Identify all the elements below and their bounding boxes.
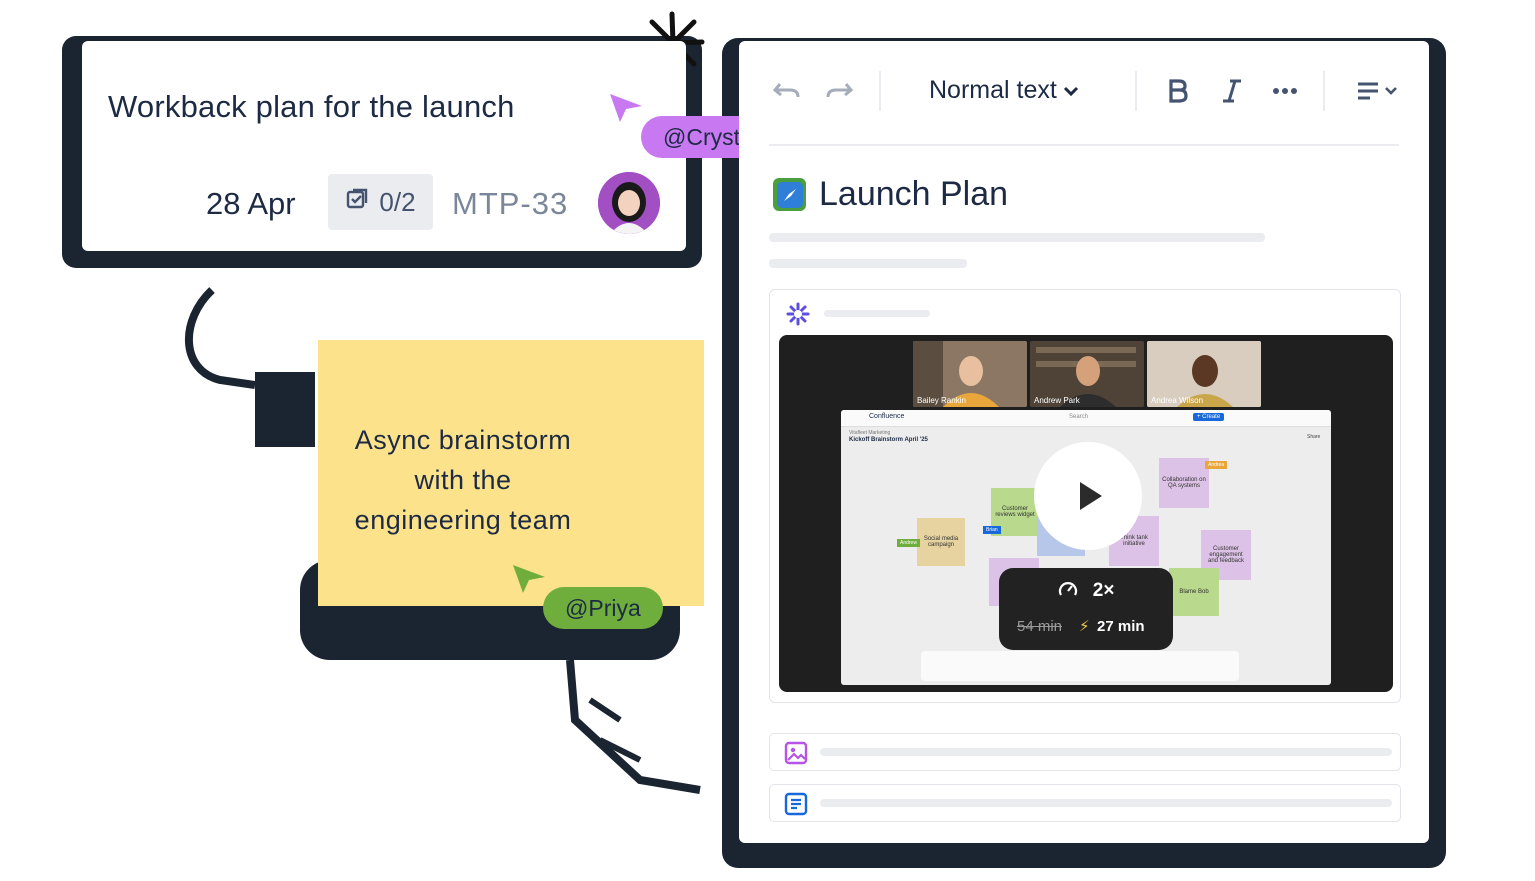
more-icon (1273, 88, 1297, 94)
participant-tile: Bailey Rankin (913, 341, 1027, 407)
playback-speed-popup[interactable]: 2× 54 min ⚡ 27 min (999, 568, 1173, 650)
loom-icon (786, 302, 810, 326)
whiteboard-note: Blame Bob (1169, 568, 1219, 616)
participant-name: Andrea Wilson (1151, 396, 1204, 405)
issue-key[interactable]: MTP-33 (452, 186, 568, 222)
whiteboard-toolbar (921, 651, 1239, 681)
search-label: Search (1069, 414, 1089, 420)
participant-tile: Andrea Wilson (1147, 341, 1261, 407)
toolbar-separator (879, 71, 881, 111)
confluence-editor: Normal text Launch Plan Bailey Rankin An… (739, 41, 1429, 843)
compass-icon (773, 178, 806, 211)
toolbar-separator (1323, 71, 1325, 111)
participant-name: Andrew Park (1034, 396, 1080, 405)
jira-issue-card[interactable]: Workback plan for the launch 28 Apr 0/2 … (82, 41, 686, 251)
image-block[interactable] (769, 733, 1401, 771)
sticky-text: Async brainstorm with the engineering te… (318, 420, 608, 540)
playback-rate: 2× (999, 580, 1173, 602)
sticky-line-3: engineering team (354, 505, 572, 535)
play-button[interactable] (1034, 442, 1142, 550)
assignee-avatar[interactable] (598, 172, 660, 234)
new-duration: 27 min (1097, 618, 1145, 635)
text-style-label: Normal text (929, 76, 1057, 104)
alignment-dropdown[interactable] (1351, 71, 1403, 111)
playback-rate-text: 2× (1092, 580, 1115, 601)
whiteboard-note: Social media campaign (917, 518, 965, 566)
bold-button[interactable] (1163, 71, 1193, 111)
embed-title-placeholder (824, 310, 930, 317)
participant-tile: Andrew Park (1030, 341, 1144, 407)
crystal-cursor-icon (610, 94, 642, 122)
play-icon (1080, 482, 1102, 510)
whiteboard-title: Kickoff Brainstorm April '25 (849, 437, 928, 443)
subtask-badge[interactable]: 0/2 (328, 174, 433, 230)
create-button: + Create (1193, 413, 1225, 421)
name-tag: Brian (983, 526, 1001, 534)
issue-title: Workback plan for the launch (108, 89, 515, 124)
image-icon (784, 741, 808, 765)
block-placeholder (820, 748, 1392, 756)
redo-button[interactable] (821, 71, 857, 111)
redo-icon (826, 83, 854, 98)
toolbar-separator (1135, 71, 1137, 111)
sticky-line-2: with the (414, 465, 512, 495)
undo-icon (772, 83, 800, 98)
lightning-icon: ⚡ (1079, 618, 1090, 635)
subtask-count: 0/2 (379, 186, 416, 217)
italic-button[interactable] (1217, 71, 1247, 111)
share-label: Share (1307, 434, 1321, 440)
speedometer-icon (1058, 582, 1077, 596)
undo-button[interactable] (769, 71, 805, 111)
due-date: 28 Apr (206, 186, 296, 221)
space-name: Vitafleet Marketing (849, 430, 891, 436)
align-left-icon (1358, 82, 1378, 100)
text-block[interactable] (769, 784, 1401, 822)
page-title[interactable]: Launch Plan (819, 175, 1008, 214)
priya-tag: @Priya (543, 587, 663, 629)
name-tag: Andrea (1205, 461, 1228, 469)
text-placeholder (769, 233, 1265, 242)
chevron-down-icon (1063, 86, 1078, 96)
priya-label: @Priya (565, 594, 641, 621)
editor-toolbar: Normal text (739, 41, 1429, 141)
priya-cursor-icon (513, 565, 545, 593)
name-tag: Andrew (897, 539, 920, 547)
block-placeholder (820, 799, 1392, 807)
text-placeholder (769, 259, 967, 268)
toolbar-divider (769, 144, 1399, 146)
original-duration: 54 min (1017, 618, 1063, 635)
whiteboard-note: Collaboration on QA systems (1159, 458, 1209, 508)
text-style-dropdown[interactable]: Normal text (929, 76, 1079, 105)
italic-icon (1223, 79, 1241, 103)
chevron-down-icon (1385, 87, 1397, 95)
participant-name: Bailey Rankin (917, 396, 966, 405)
more-formatting-button[interactable] (1269, 71, 1301, 111)
app-name: Confluence (869, 413, 905, 420)
sticky-line-1: Async brainstorm (354, 425, 572, 455)
bold-icon (1169, 79, 1188, 103)
whiteboard-topbar: Confluence Search + Create (841, 410, 1331, 427)
document-icon (784, 792, 808, 816)
video-player[interactable]: Bailey Rankin Andrew Park Andrea Wilson … (779, 335, 1393, 692)
subtask-icon (345, 186, 371, 219)
